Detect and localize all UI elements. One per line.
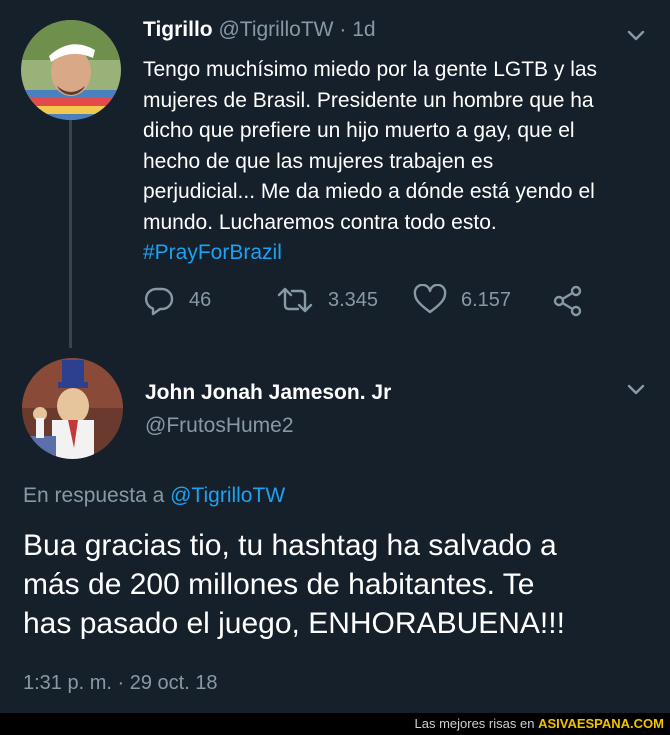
avatar-jjj-image bbox=[22, 358, 123, 459]
like-count: 6.157 bbox=[461, 288, 512, 311]
reply-author-handle[interactable]: @FrutosHume2 bbox=[145, 414, 294, 438]
like-icon bbox=[413, 284, 447, 314]
chevron-down-icon bbox=[627, 30, 645, 41]
tweet-text-line: mundo. Lucharemos contra todo esto. bbox=[143, 210, 497, 234]
reply-text-line: más de 200 millones de habitantes. Te bbox=[23, 568, 535, 601]
avatar-tigrillo-image bbox=[21, 20, 121, 120]
share-button[interactable] bbox=[552, 284, 584, 323]
thread-connector-line bbox=[69, 120, 72, 348]
tweet-text-line: perjudicial... Me da miedo a dónde está … bbox=[143, 180, 595, 203]
reply-timestamp[interactable]: 1:31 p. m. · 29 oct. 18 bbox=[23, 672, 218, 695]
watermark-text: Las mejores risas en ASIVAESPANA.COM bbox=[415, 716, 665, 731]
reply-count: 46 bbox=[189, 288, 212, 311]
header-separator: · bbox=[339, 18, 347, 41]
author-display-name[interactable]: Tigrillo bbox=[143, 18, 213, 41]
reply-icon bbox=[144, 287, 174, 316]
tweet-text-line: mujeres de Brasil. Presidente un hombre … bbox=[143, 88, 594, 112]
in-reply-to-label: En respuesta a bbox=[23, 484, 165, 507]
reply-menu-button[interactable] bbox=[625, 378, 647, 400]
tweet-text-line: hecho de que las mujeres trabajen es bbox=[143, 149, 494, 173]
retweet-action[interactable]: 3.345 bbox=[276, 284, 378, 316]
retweet-count: 3.345 bbox=[328, 288, 379, 311]
tweet-text: Tengo muchísimo miedo por la gente LGTB … bbox=[143, 55, 653, 269]
tweet-text-line: dicho que prefiere un hijo muerto a gay,… bbox=[143, 119, 575, 142]
like-action[interactable]: 6.157 bbox=[413, 284, 511, 316]
watermark-prefix: Las mejores risas en bbox=[414, 716, 535, 731]
reply-text-line: has pasado el juego, ENHORABUENA!!! bbox=[23, 607, 565, 640]
retweet-icon bbox=[277, 287, 313, 313]
tweet-time[interactable]: 1d bbox=[352, 18, 375, 41]
watermark-bar: Las mejores risas en ASIVAESPANA.COM bbox=[0, 713, 670, 735]
in-reply-to: En respuesta a @TigrilloTW bbox=[23, 484, 285, 508]
in-reply-to-handle[interactable]: @TigrilloTW bbox=[170, 484, 285, 507]
tweet-menu-button[interactable] bbox=[625, 24, 647, 46]
author-handle[interactable]: @TigrilloTW bbox=[218, 18, 333, 41]
reply-author-display-name[interactable]: John Jonah Jameson. Jr bbox=[145, 381, 391, 405]
tweet-header: Tigrillo @TigrilloTW · 1d bbox=[143, 18, 376, 42]
avatar-tigrillo[interactable] bbox=[21, 20, 121, 120]
hashtag-link[interactable]: #PrayForBrazil bbox=[143, 238, 653, 269]
reply-action[interactable]: 46 bbox=[143, 284, 211, 316]
reply-text-line: Bua gracias tio, tu hashtag ha salvado a bbox=[23, 529, 557, 562]
avatar-jjj[interactable] bbox=[22, 358, 123, 459]
tweet-text-line: Tengo muchísimo miedo por la gente LGTB … bbox=[143, 58, 598, 81]
watermark-brand[interactable]: ASIVAESPANA.COM bbox=[538, 716, 664, 731]
reply-text: Bua gracias tio, tu hashtag ha salvado a… bbox=[23, 526, 663, 643]
share-icon bbox=[553, 285, 582, 317]
chevron-down-icon bbox=[627, 384, 645, 395]
